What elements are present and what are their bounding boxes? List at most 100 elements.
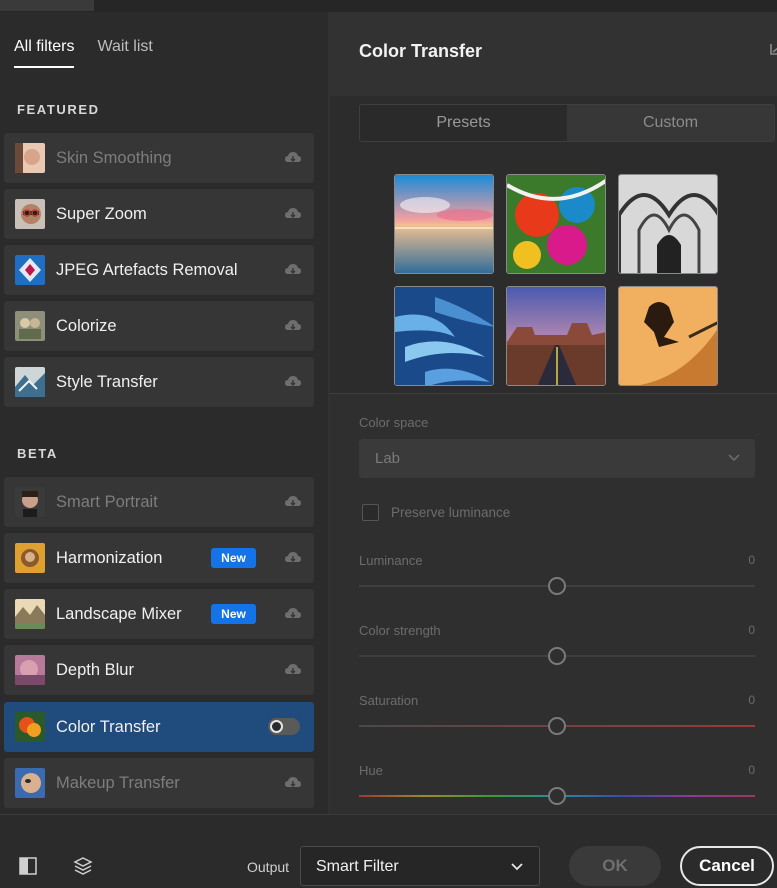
filter-tabs: All filters Wait list (14, 38, 153, 68)
compare-icon[interactable] (17, 855, 39, 877)
slider-handle[interactable] (548, 577, 566, 595)
skateboarder-image (619, 287, 717, 385)
presets-area: Presets Custom (330, 96, 777, 394)
filter-label: Skin Smoothing (56, 148, 172, 167)
filter-item-super-zoom[interactable]: Super Zoom (4, 189, 314, 239)
preserve-luminance-checkbox[interactable] (362, 504, 379, 521)
tab-custom[interactable]: Custom (567, 105, 774, 141)
filter-item-depth-blur[interactable]: Depth Blur (4, 645, 314, 695)
filter-label: Colorize (56, 316, 117, 335)
new-badge: New (211, 604, 256, 624)
color-strength-slider[interactable] (359, 646, 755, 666)
filter-item-color-transfer[interactable]: Color Transfer (4, 702, 314, 752)
color-transfer-toggle[interactable] (268, 718, 300, 735)
slider-label-saturation: Saturation (359, 693, 419, 708)
section-title-beta: BETA (17, 446, 58, 461)
panel-title: Color Transfer (359, 41, 483, 61)
new-badge: New (211, 548, 256, 568)
cloud-download-icon[interactable] (284, 374, 302, 390)
filter-label: Super Zoom (56, 204, 147, 223)
filters-sidebar: All filters Wait list FEATURED Skin Smoo… (0, 12, 328, 814)
slider-handle[interactable] (548, 787, 566, 805)
preset-grid (394, 174, 718, 386)
filter-label: Landscape Mixer (56, 604, 182, 623)
slider-label-luminance: Luminance (359, 553, 423, 568)
cloud-download-icon[interactable] (284, 775, 302, 791)
desert-road-image (507, 287, 605, 385)
filter-label: Makeup Transfer (56, 773, 180, 792)
style-transfer-thumbnail (15, 367, 45, 397)
slider-label-hue: Hue (359, 763, 383, 778)
cathedral-arches-image (619, 175, 717, 273)
filter-item-style-transfer[interactable]: Style Transfer (4, 357, 314, 407)
tab-all-filters[interactable]: All filters (14, 38, 75, 68)
output-select[interactable]: Smart Filter (300, 846, 540, 886)
super-zoom-thumbnail (15, 199, 45, 229)
abstract-paint-image (507, 175, 605, 273)
filter-label: Smart Portrait (56, 492, 158, 511)
slider-handle[interactable] (548, 717, 566, 735)
filter-settings-panel: Color Transfer Presets Custom Color spac… (330, 12, 777, 814)
landscape-mixer-thumbnail (15, 599, 45, 629)
slider-handle[interactable] (548, 647, 566, 665)
layers-icon[interactable] (72, 855, 94, 877)
cloud-download-icon[interactable] (284, 206, 302, 222)
section-title-featured: FEATURED (17, 102, 100, 117)
output-value: Smart Filter (316, 858, 399, 875)
color-space-select[interactable]: Lab (359, 439, 755, 478)
cloud-download-icon[interactable] (284, 150, 302, 166)
cloud-download-icon[interactable] (284, 550, 302, 566)
filter-label: JPEG Artefacts Removal (56, 260, 238, 279)
slider-label-color-strength: Color strength (359, 623, 441, 638)
slider-value-luminance: 0 (748, 553, 755, 567)
filter-item-smart-portrait[interactable]: Smart Portrait (4, 477, 314, 527)
harmonization-thumbnail (15, 543, 45, 573)
preset-blue-feathers[interactable] (394, 286, 494, 386)
output-label: Output (247, 859, 290, 875)
filter-label: Color Transfer (56, 717, 161, 736)
cloud-download-icon[interactable] (284, 262, 302, 278)
panel-header: Color Transfer (330, 12, 777, 96)
preset-cathedral-arches[interactable] (618, 174, 718, 274)
jpeg-artefacts-thumbnail (15, 255, 45, 285)
cloud-download-icon[interactable] (284, 318, 302, 334)
slider-value-saturation: 0 (748, 693, 755, 707)
preset-sunset-lake[interactable] (394, 174, 494, 274)
slider-value-hue: 0 (748, 763, 755, 777)
filter-label: Harmonization (56, 548, 163, 567)
cloud-download-icon[interactable] (284, 494, 302, 510)
tab-presets[interactable]: Presets (360, 105, 567, 141)
luminance-slider[interactable] (359, 576, 755, 596)
bottom-bar: Output Smart Filter OK Cancel (0, 814, 777, 888)
cloud-download-icon[interactable] (284, 606, 302, 622)
skin-smoothing-thumbnail (15, 143, 45, 173)
color-transfer-controls: Color space Lab Preserve luminance Lumin… (330, 394, 777, 814)
hue-slider[interactable] (359, 786, 755, 806)
preset-abstract-paint[interactable] (506, 174, 606, 274)
saturation-slider[interactable] (359, 716, 755, 736)
collapse-icon[interactable] (769, 42, 777, 56)
preset-desert-road[interactable] (506, 286, 606, 386)
top-tab[interactable] (0, 0, 94, 12)
window-top-strip (0, 0, 777, 12)
ok-button[interactable]: OK (569, 846, 661, 886)
makeup-transfer-thumbnail (15, 768, 45, 798)
tab-wait-list[interactable]: Wait list (97, 38, 152, 68)
color-space-value: Lab (375, 450, 401, 467)
filter-item-harmonization[interactable]: Harmonization New (4, 533, 314, 583)
filter-item-colorize[interactable]: Colorize (4, 301, 314, 351)
cancel-button[interactable]: Cancel (680, 846, 774, 886)
toggle-knob (270, 720, 283, 733)
filter-item-landscape-mixer[interactable]: Landscape Mixer New (4, 589, 314, 639)
chevron-down-icon (728, 454, 740, 462)
preset-skateboarder[interactable] (618, 286, 718, 386)
filter-item-jpeg-artefacts-removal[interactable]: JPEG Artefacts Removal (4, 245, 314, 295)
cloud-download-icon[interactable] (284, 662, 302, 678)
filter-item-skin-smoothing[interactable]: Skin Smoothing (4, 133, 314, 183)
color-space-label: Color space (359, 415, 429, 430)
chevron-down-icon (511, 863, 523, 871)
blue-feathers-image (395, 287, 493, 385)
color-transfer-thumbnail (15, 712, 45, 742)
filter-item-makeup-transfer[interactable]: Makeup Transfer (4, 758, 314, 808)
presets-custom-switch: Presets Custom (359, 104, 775, 142)
